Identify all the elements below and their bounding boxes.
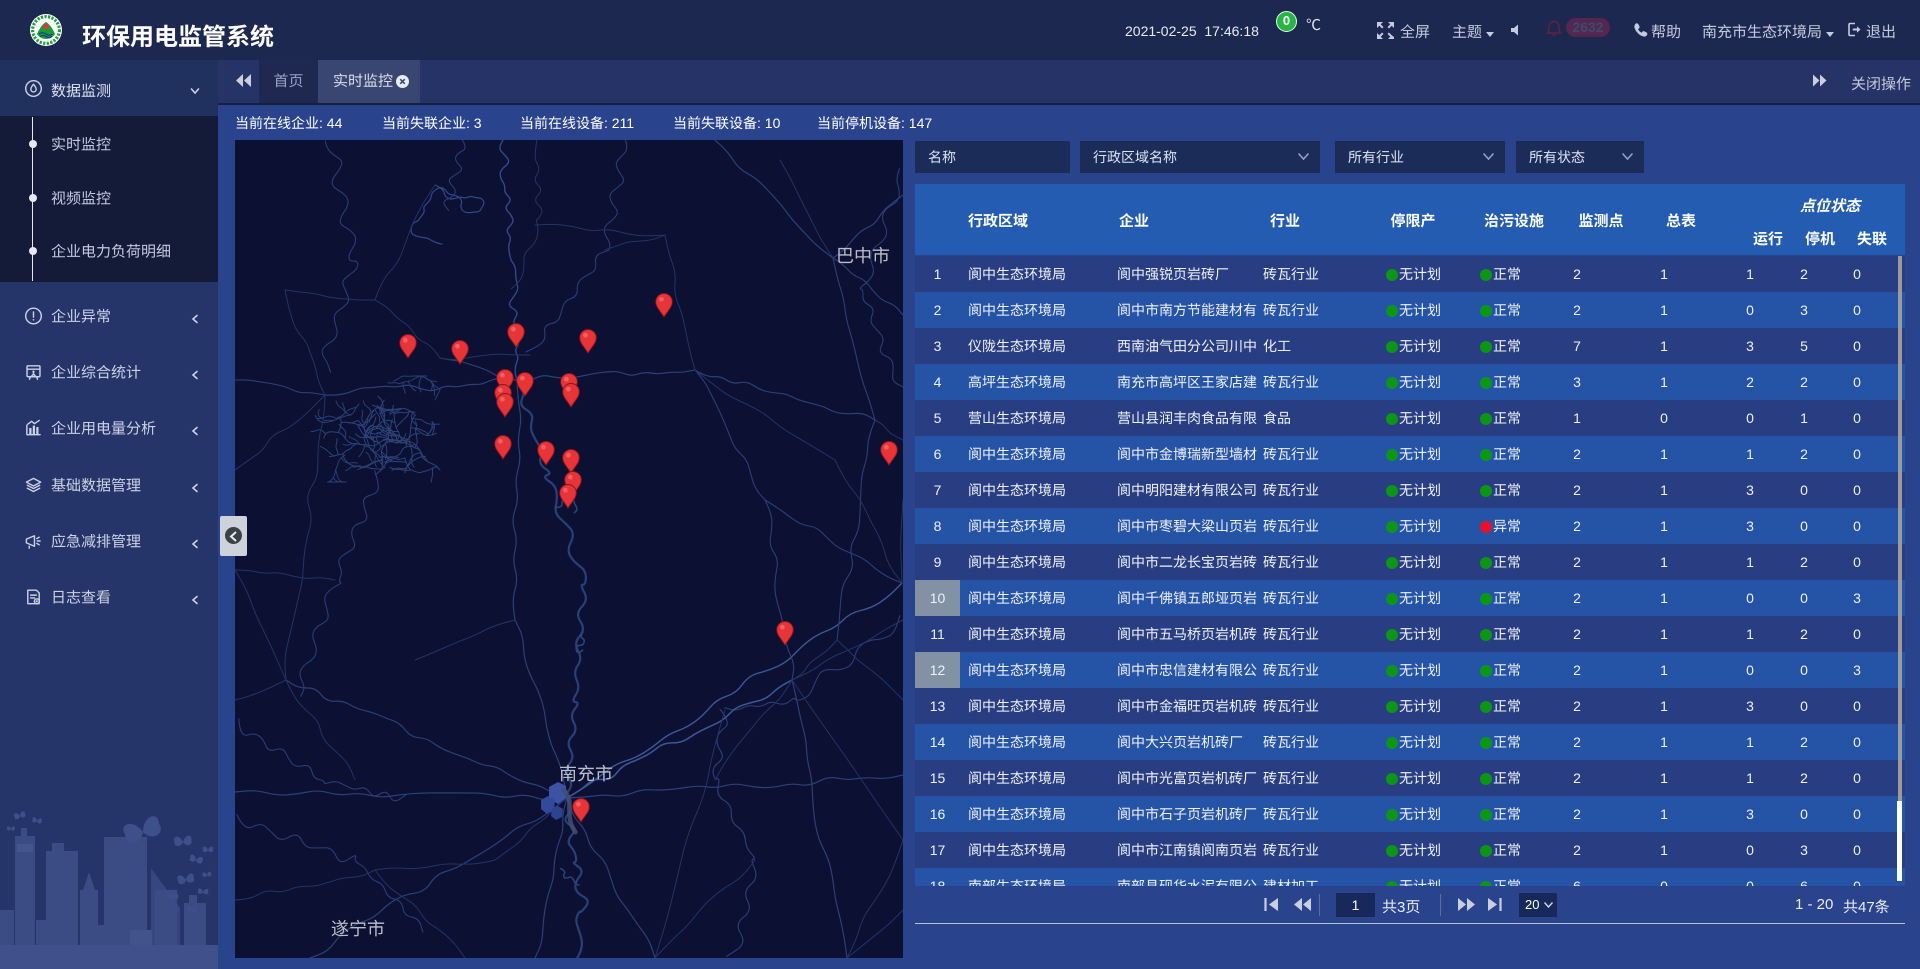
svg-text:巴中市: 巴中市 [836,246,890,266]
svg-text:遂宁市: 遂宁市 [331,919,385,939]
svg-text:南充市: 南充市 [559,764,613,784]
